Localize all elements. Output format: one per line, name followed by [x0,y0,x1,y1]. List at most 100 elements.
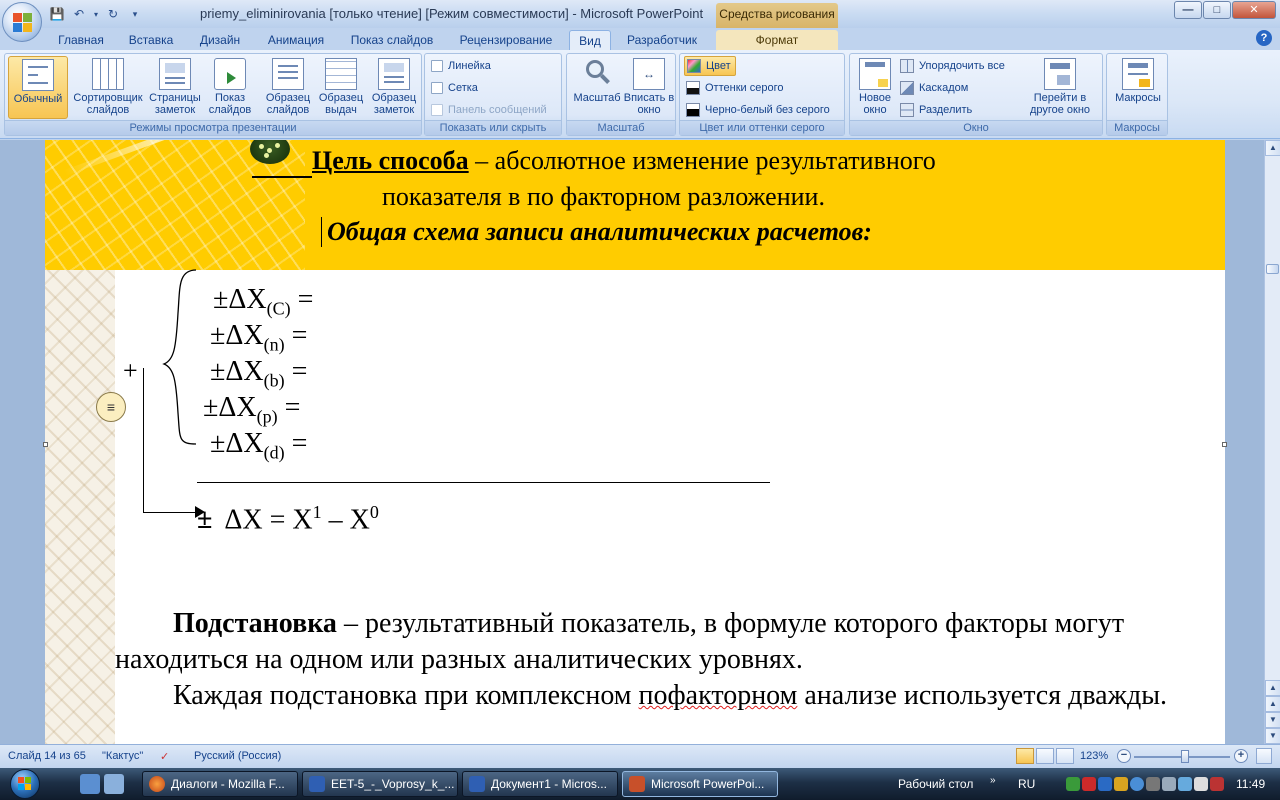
equals-bullet-icon[interactable]: ≡ [96,392,126,422]
scroll-down-icon[interactable]: ▼ [1265,728,1280,744]
spellcheck-icon[interactable]: ✓ [160,750,169,763]
substitution-paragraph[interactable]: Подстановка – результативный показатель,… [115,606,1215,678]
task-button-active[interactable]: Microsoft PowerPoi... [622,771,778,797]
grid-checkbox[interactable]: Сетка [431,78,478,98]
each-substitution-paragraph[interactable]: Каждая подстановка при комплексном пофак… [115,678,1215,714]
volume-icon[interactable] [1194,777,1208,791]
formula-row[interactable]: ±ΔX(b) = [210,356,307,392]
antivirus-icon[interactable] [1082,777,1096,791]
power-icon[interactable] [1210,777,1224,791]
zoom-level[interactable]: 123% [1080,750,1108,762]
fit-slide-icon[interactable] [1256,748,1272,764]
network-icon[interactable] [1178,777,1192,791]
grayscale-button[interactable]: Оттенки серого [686,78,783,98]
slide-master-icon [272,58,304,90]
macros-button[interactable]: Макросы [1111,56,1165,119]
task-button[interactable]: Диалоги - Mozilla F... [142,771,298,797]
switch-window-button[interactable]: Перейти в другое окно [1020,56,1100,119]
scroll-up-small-icon[interactable]: ▲ [1265,680,1280,696]
resize-handle-right[interactable] [1222,442,1227,447]
formula-row[interactable]: ±ΔX(d) = [210,428,307,464]
tab-developer[interactable]: Разработчик [618,30,706,50]
sorter-view-status-icon[interactable] [1036,748,1054,764]
task-button[interactable]: Документ1 - Micros... [462,771,618,797]
normal-view-status-icon[interactable] [1016,748,1034,764]
slide-master-button[interactable]: Образец слайдов [260,56,316,119]
tab-format[interactable]: Формат [716,30,838,50]
formula-row[interactable]: ±ΔX(p) = [203,392,300,428]
input-language[interactable]: RU [1018,777,1035,791]
help-tray-icon[interactable] [1130,777,1144,791]
tab-view[interactable]: Вид [569,30,611,50]
help-icon[interactable]: ? [1256,30,1272,46]
slideshow-view-status-icon[interactable] [1056,748,1074,764]
task-button[interactable]: EET-5_-_Voprosy_k_... [302,771,458,797]
desktop-toolbar-arrow-icon[interactable]: » [990,775,996,786]
formula-row[interactable]: ±ΔX(C) = [213,284,313,320]
slide-sorter-button[interactable]: Сортировщик слайдов [70,56,146,119]
tab-animation[interactable]: Анимация [258,30,334,50]
zoom-button[interactable]: Масштаб [569,56,625,119]
scroll-up-icon[interactable]: ▲ [1265,140,1280,156]
slide-canvas[interactable]: Цель способа – абсолютное изменение резу… [45,140,1225,744]
tab-review[interactable]: Рецензирование [450,30,562,50]
update-icon[interactable] [1114,777,1128,791]
ruler-checkbox[interactable]: Линейка [431,56,491,76]
vertical-scrollbar[interactable]: ▲ ▲ ▲ ▼ ▼ [1264,140,1280,744]
zoom-out-icon[interactable]: − [1117,749,1131,763]
handout-master-button[interactable]: Образец выдач [314,56,368,119]
zoom-slider-thumb[interactable] [1180,750,1189,763]
fit-to-window-button[interactable]: ↔ Вписать в окно [623,56,675,119]
slide-sorter-label: Сортировщик слайдов [73,92,143,116]
usb-icon[interactable] [1146,777,1160,791]
goal-line-2[interactable]: показателя в по факторном разложении. [382,182,825,212]
scheme-heading[interactable]: Общая схема записи аналитических расчето… [321,217,872,247]
contextual-tab-group: Средства рисования [716,3,838,28]
goal-line-1[interactable]: Цель способа – абсолютное изменение резу… [252,146,936,176]
maximize-button[interactable]: □ [1203,1,1231,19]
next-slide-icon[interactable]: ▼ [1265,712,1280,728]
redo-icon[interactable]: ↻ [104,5,122,23]
formula-symbol: ±ΔX [213,284,267,315]
show-desktop-icon[interactable] [80,774,100,794]
arrange-all-button[interactable]: Упорядочить все [900,56,1005,76]
cascade-button[interactable]: Каскадом [900,78,968,98]
tab-insert[interactable]: Вставка [122,30,180,50]
notes-master-button[interactable]: Образец заметок [367,56,421,119]
tab-slide-show[interactable]: Показ слайдов [344,30,440,50]
undo-icon[interactable]: ↶ [70,5,88,23]
slide-show-button[interactable]: Показ слайдов [205,56,255,119]
minimize-button[interactable]: — [1174,1,1202,19]
scroll-thumb[interactable] [1266,264,1279,274]
tray-app-icon[interactable] [1066,777,1080,791]
language-indicator[interactable]: Русский (Россия) [194,750,281,762]
notes-page-button[interactable]: Страницы заметок [147,56,203,119]
connector-arrow-line[interactable] [143,512,199,513]
clock[interactable]: 11:49 [1236,777,1265,791]
color-mode-button[interactable]: Цвет [684,56,736,76]
sum-rule-line[interactable] [197,482,770,483]
undo-dropdown-icon[interactable]: ▾ [92,5,100,23]
ruler-check-icon [431,60,443,72]
bluetooth-icon[interactable] [1098,777,1112,791]
split-button[interactable]: Разделить [900,100,972,120]
switch-windows-icon[interactable] [104,774,124,794]
office-button[interactable] [2,2,42,42]
printer-icon[interactable] [1162,777,1176,791]
formula-row[interactable]: ±ΔX(n) = [210,320,307,356]
prev-slide-icon[interactable]: ▲ [1265,696,1280,712]
tab-design[interactable]: Дизайн [190,30,250,50]
close-button[interactable]: ✕ [1232,1,1276,19]
pure-bw-button[interactable]: Черно-белый без серого [686,100,830,120]
save-icon[interactable]: 💾 [48,5,66,23]
start-button[interactable] [6,768,50,800]
new-window-button[interactable]: Новое окно [852,56,898,119]
zoom-in-icon[interactable]: + [1234,749,1248,763]
resize-handle-left[interactable] [43,442,48,447]
customize-qat-icon[interactable]: ▾ [126,5,144,23]
total-formula[interactable]: ± ΔX = X1 – X0 [197,502,379,536]
tab-home[interactable]: Главная [50,30,112,50]
normal-view-button[interactable]: Обычный [8,56,68,119]
connector-vertical-line[interactable] [143,368,144,512]
desktop-toolbar[interactable]: Рабочий стол [898,777,973,791]
